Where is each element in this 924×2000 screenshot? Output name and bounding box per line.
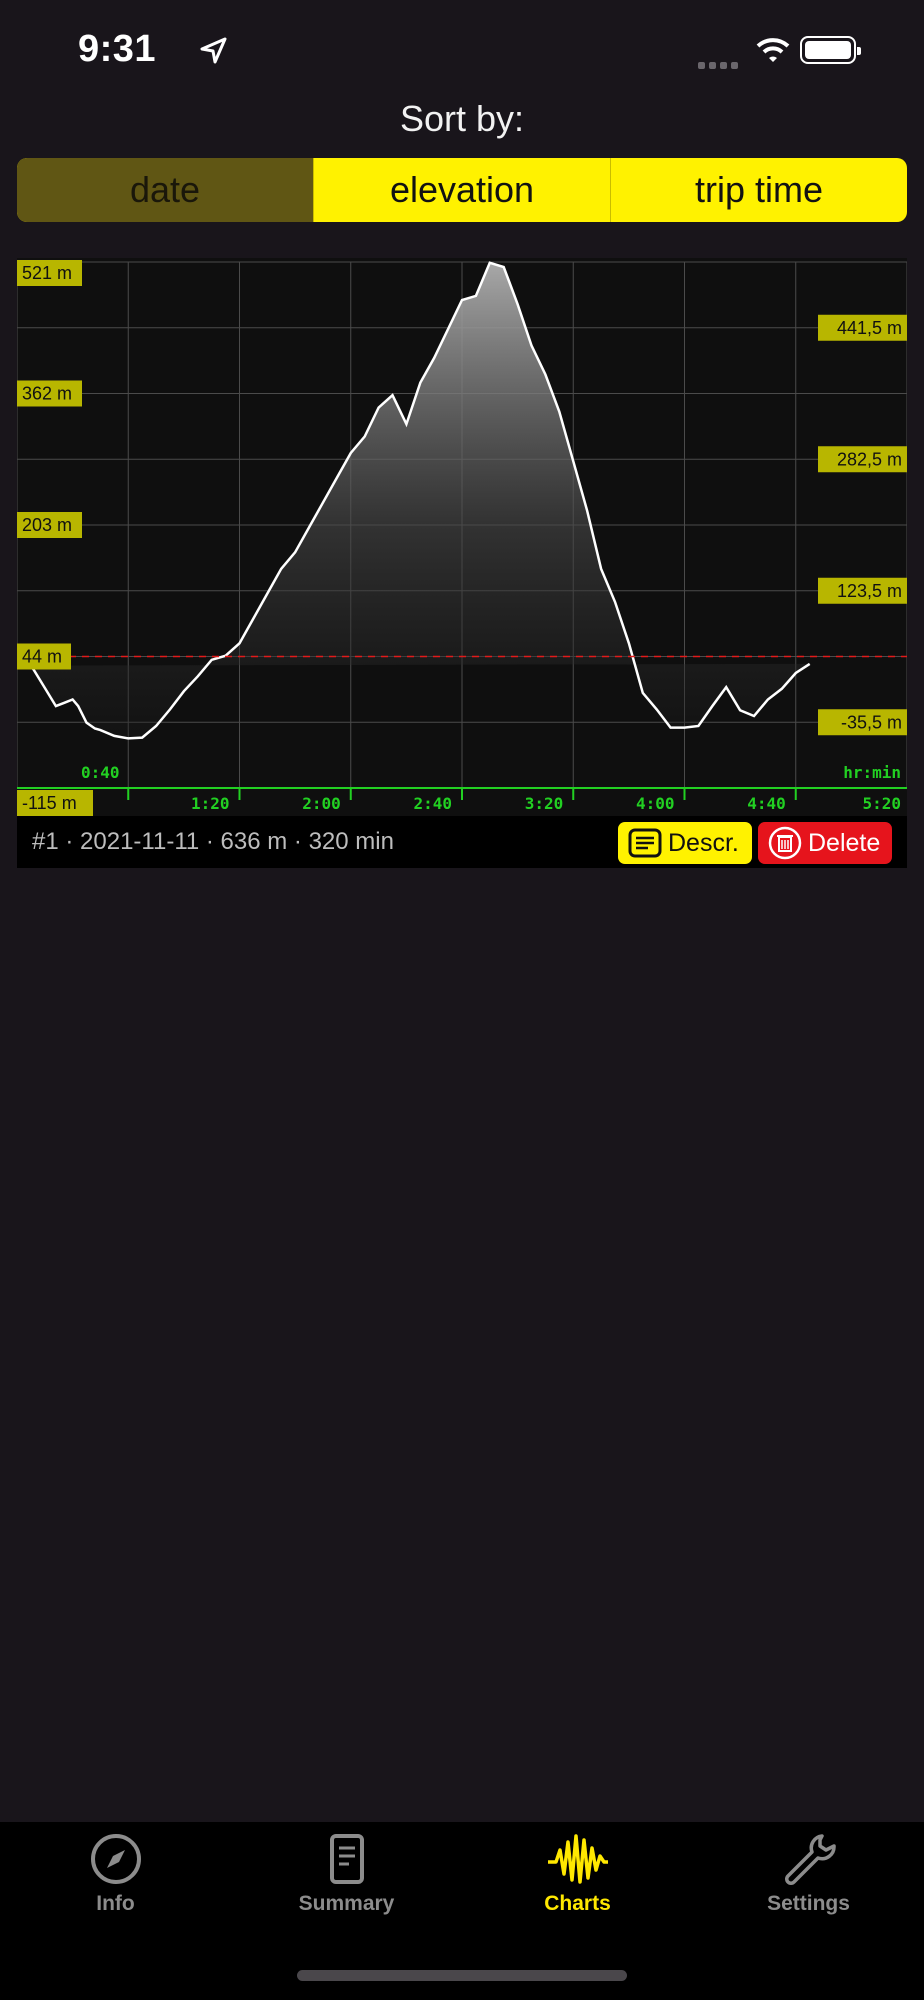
delete-button[interactable]: Delete xyxy=(758,822,892,864)
tab-info[interactable]: Info xyxy=(0,1832,231,1942)
elevation-chart[interactable]: 0:40 1:20 2:00 2:40 3:20 4:00 4:40 5:20 hr:min 5… xyxy=(17,258,907,818)
tab-summary[interactable]: Summary xyxy=(231,1832,462,1942)
x-tick-label: 4:40 xyxy=(747,794,786,813)
x-tick-label: 0:40 xyxy=(81,763,120,782)
document-icon xyxy=(329,1834,364,1884)
y-right-tick-label: -35,5 m xyxy=(841,712,902,732)
trip-summary-text: #1 · 2021-11-11 · 636 m · 320 min xyxy=(32,828,394,855)
tab-info-label: Info xyxy=(96,1892,135,1915)
cellular-signal-icon xyxy=(698,56,742,69)
y-left-tick-label: 362 m xyxy=(22,384,72,404)
y-left-tick-label: 521 m xyxy=(22,263,72,283)
sort-segmented-control: date elevation trip time xyxy=(17,158,907,222)
delete-button-label: Delete xyxy=(808,828,881,857)
home-indicator xyxy=(297,1970,627,1981)
sort-option-trip-time[interactable]: trip time xyxy=(610,158,907,222)
x-axis-unit-label: hr:min xyxy=(843,763,901,782)
status-indicators xyxy=(698,36,868,69)
trip-info-bar: #1 · 2021-11-11 · 636 m · 320 min Descr.… xyxy=(17,816,907,868)
tab-charts-label: Charts xyxy=(544,1892,611,1915)
x-tick-label: 2:40 xyxy=(413,794,452,813)
tab-settings-label: Settings xyxy=(767,1892,850,1915)
tab-summary-label: Summary xyxy=(298,1892,395,1915)
tab-settings[interactable]: Settings xyxy=(693,1832,924,1942)
x-tick-label: 3:20 xyxy=(525,794,564,813)
x-tick-label: 4:00 xyxy=(636,794,675,813)
y-left-tick-label: 203 m xyxy=(22,515,72,535)
description-icon xyxy=(628,828,662,858)
x-tick-label: 2:00 xyxy=(302,794,341,813)
compass-icon xyxy=(90,1834,141,1884)
y-left-tick-label: -115 m xyxy=(22,793,77,813)
x-tick-label: 1:20 xyxy=(191,794,230,813)
tab-charts[interactable]: Charts xyxy=(462,1832,693,1942)
y-right-tick-label: 282,5 m xyxy=(837,449,902,469)
trash-icon xyxy=(768,826,802,860)
battery-icon xyxy=(800,36,861,64)
wifi-icon xyxy=(756,38,790,62)
status-time: 9:31 xyxy=(78,28,227,71)
description-button-label: Descr. xyxy=(668,828,739,857)
y-right-tick-label: 441,5 m xyxy=(837,318,902,338)
clock: 9:31 xyxy=(78,28,157,70)
elevation-chart-svg: 0:40 1:20 2:00 2:40 3:20 4:00 4:40 5:20 hr:min 5… xyxy=(17,258,907,818)
sort-title: Sort by: xyxy=(399,98,525,139)
y-left-tick-label: 44 m xyxy=(22,647,62,667)
waveform-icon xyxy=(547,1834,608,1884)
y-right-tick-label: 123,5 m xyxy=(837,581,902,601)
description-button[interactable]: Descr. xyxy=(618,822,752,864)
wrench-icon xyxy=(784,1834,836,1885)
sort-option-elevation[interactable]: elevation xyxy=(313,158,610,222)
x-tick-label: 5:20 xyxy=(862,794,901,813)
sort-option-date[interactable]: date xyxy=(17,158,313,222)
location-arrow-icon xyxy=(200,37,227,64)
